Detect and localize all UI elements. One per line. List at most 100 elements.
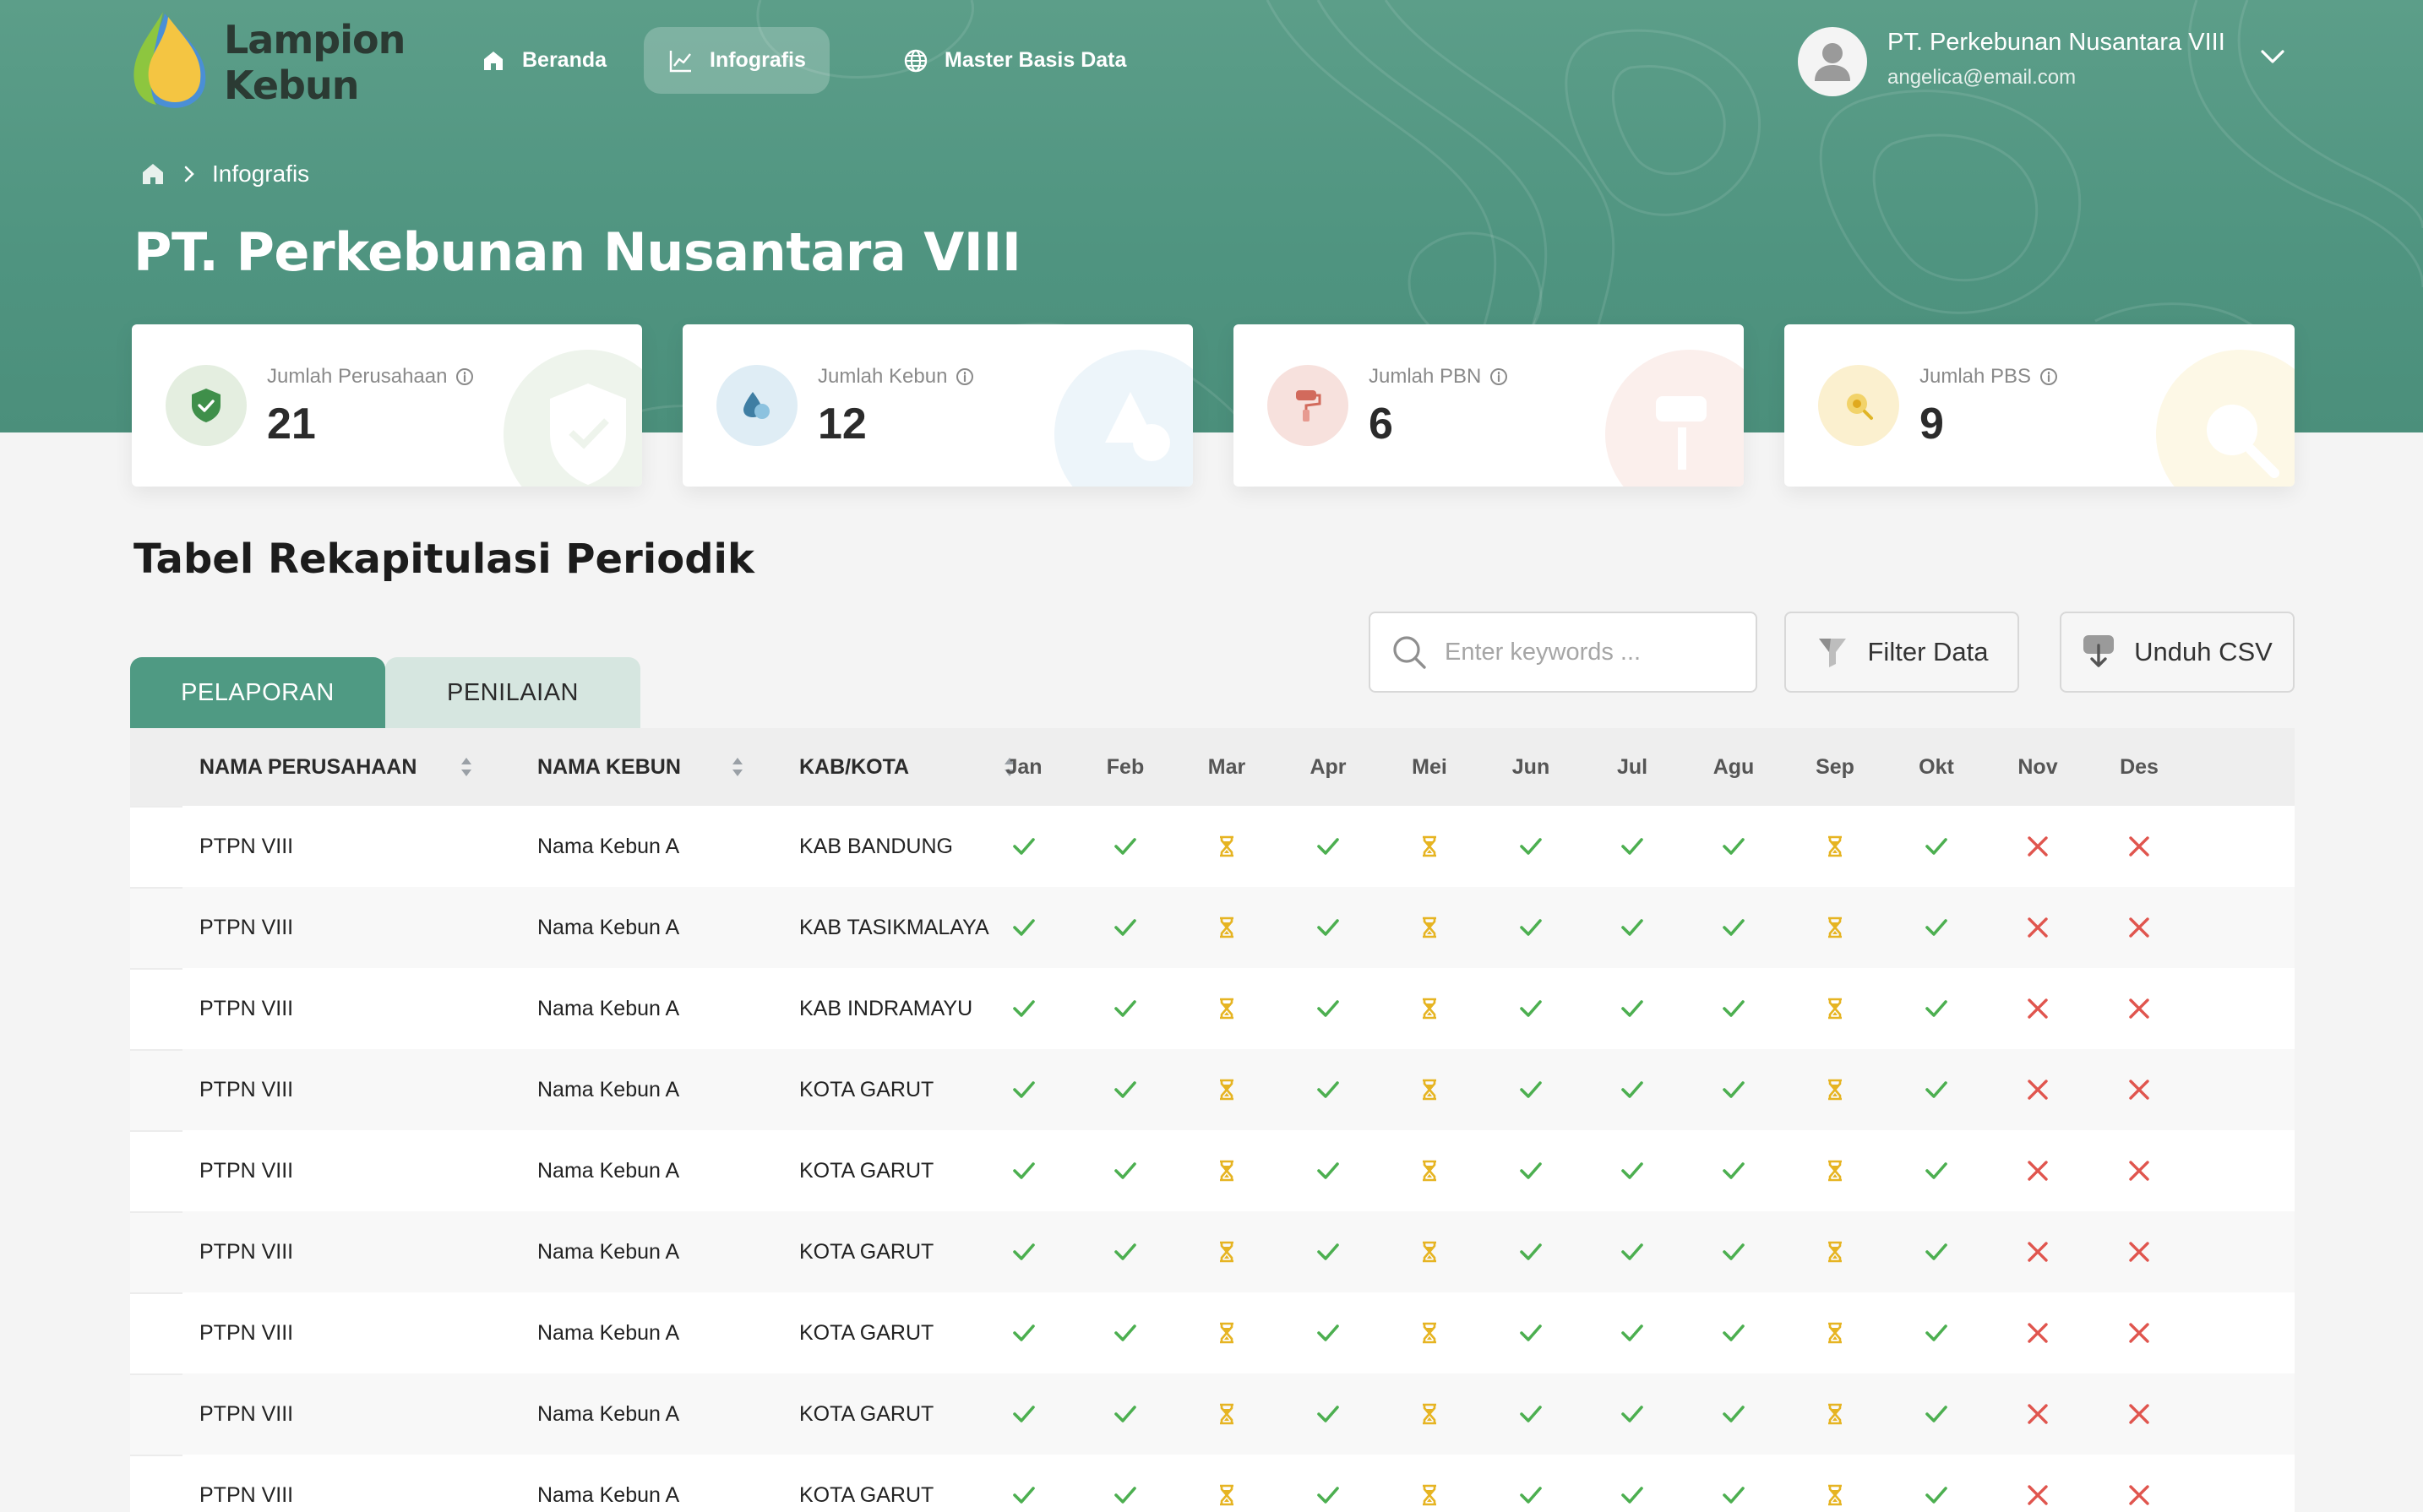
cell-status-nov	[1987, 1373, 2088, 1455]
check-icon	[1317, 1162, 1339, 1179]
stat-card-perusahaan: Jumlah Perusahaan 21	[132, 324, 642, 487]
cell-status-jul	[1582, 1292, 1683, 1373]
info-icon[interactable]	[1489, 367, 1508, 386]
table-body: PTPN VIII Nama Kebun A KAB BANDUNG PTPN VII…	[130, 806, 2295, 1512]
nav-beranda[interactable]: Beranda	[456, 27, 630, 94]
stat-value: 21	[267, 400, 316, 449]
cell-status-mei	[1379, 1455, 1480, 1512]
check-icon	[1114, 1162, 1136, 1179]
table-row[interactable]: PTPN VIII Nama Kebun A KAB INDRAMAYU	[130, 968, 2295, 1049]
hourglass-icon	[1423, 1079, 1436, 1101]
cell-city: KAB BANDUNG	[799, 834, 953, 858]
sort-icon[interactable]	[460, 756, 472, 778]
check-icon	[1520, 1324, 1542, 1341]
cross-icon	[2028, 1323, 2048, 1343]
info-icon[interactable]	[455, 367, 474, 386]
nav-infografis[interactable]: Infografis	[644, 27, 830, 94]
row-divider	[130, 1211, 182, 1213]
col-header-garden[interactable]: NAMA KEBUN	[537, 728, 743, 806]
table-row[interactable]: PTPN VIII Nama Kebun A KAB BANDUNG	[130, 806, 2295, 887]
table-row[interactable]: PTPN VIII Nama Kebun A KOTA GARUT	[130, 1455, 2295, 1512]
cross-icon	[2129, 1323, 2149, 1343]
card-watermark	[1605, 350, 1744, 487]
cross-icon	[2028, 917, 2048, 938]
cell-company: PTPN VIII	[199, 996, 294, 1020]
search-coin-icon	[1847, 394, 1873, 420]
cell-city: KOTA GARUT	[799, 1158, 934, 1183]
cell-status-nov	[1987, 1211, 2088, 1292]
cell-status-jun	[1480, 968, 1582, 1049]
cell-status-nov	[1987, 1455, 2088, 1512]
check-icon	[1723, 1081, 1745, 1098]
app-logo[interactable]: Lampion Kebun	[131, 10, 410, 111]
nav-infografis-label: Infografis	[710, 48, 806, 72]
cell-status-jun	[1480, 1049, 1582, 1130]
cell-status-okt	[1886, 887, 1987, 968]
cell-status-jul	[1582, 806, 1683, 887]
recap-table: NAMA PERUSAHAAN NAMA KEBUN KAB/KOTA Jan F…	[130, 728, 2295, 1512]
check-icon	[1520, 1081, 1542, 1098]
download-csv-label: Unduh CSV	[2134, 637, 2273, 666]
table-row[interactable]: PTPN VIII Nama Kebun A KOTA GARUT	[130, 1211, 2295, 1292]
cell-status-mar	[1176, 806, 1277, 887]
cell-status-mei	[1379, 1130, 1480, 1211]
cell-status-jul	[1582, 968, 1683, 1049]
home-icon[interactable]	[139, 160, 166, 188]
sort-icon[interactable]	[732, 756, 743, 778]
nav-master-basis-data[interactable]: Master Basis Data	[879, 27, 1150, 94]
cell-status-nov	[1987, 1292, 2088, 1373]
cell-garden: Nama Kebun A	[537, 915, 680, 939]
cell-status-jan	[973, 1455, 1075, 1512]
table-row[interactable]: PTPN VIII Nama Kebun A KOTA GARUT	[130, 1049, 2295, 1130]
col-header-month: Sep	[1816, 754, 1854, 779]
hourglass-icon	[1828, 1322, 1842, 1344]
check-icon	[1520, 838, 1542, 855]
table-row[interactable]: PTPN VIII Nama Kebun A KOTA GARUT	[130, 1373, 2295, 1455]
check-icon	[1013, 1487, 1035, 1504]
cell-garden: Nama Kebun A	[537, 1482, 680, 1507]
info-icon[interactable]	[956, 367, 974, 386]
check-icon	[1925, 838, 1947, 855]
tab-pelaporan[interactable]: PELAPORAN	[130, 657, 385, 728]
col-header-month: Des	[2120, 754, 2159, 779]
table-row[interactable]: PTPN VIII Nama Kebun A KOTA GARUT	[130, 1130, 2295, 1211]
col-header-company[interactable]: NAMA PERUSAHAAN	[199, 728, 472, 806]
search-input[interactable]	[1445, 638, 1749, 666]
filter-data-label: Filter Data	[1867, 637, 1989, 666]
user-menu[interactable]: PT. Perkebunan Nusantara VIII angelica@e…	[1798, 25, 2254, 96]
cell-status-des	[2088, 1455, 2190, 1512]
table-row[interactable]: PTPN VIII Nama Kebun A KOTA GARUT	[130, 1292, 2295, 1373]
check-icon	[1925, 1000, 1947, 1017]
download-csv-button[interactable]: Unduh CSV	[2060, 612, 2295, 693]
check-icon	[1520, 1162, 1542, 1179]
cell-city: KOTA GARUT	[799, 1239, 934, 1264]
search-box[interactable]	[1369, 612, 1757, 693]
cell-status-jul	[1582, 887, 1683, 968]
tab-penilaian[interactable]: PENILAIAN	[385, 657, 640, 728]
cross-icon	[2129, 836, 2149, 857]
chevron-down-icon[interactable]	[2259, 47, 2286, 66]
row-divider	[130, 1049, 182, 1051]
table-row[interactable]: PTPN VIII Nama Kebun A KAB TASIKMALAYA	[130, 887, 2295, 968]
check-icon	[1317, 1324, 1339, 1341]
cross-icon	[2028, 1485, 2048, 1505]
info-icon[interactable]	[2039, 367, 2058, 386]
check-icon	[1925, 1243, 1947, 1260]
cell-status-mar	[1176, 1373, 1277, 1455]
stat-label-text: Jumlah Perusahaan	[267, 365, 448, 388]
hourglass-icon	[1423, 835, 1436, 857]
check-icon	[1013, 1406, 1035, 1422]
hourglass-icon	[1423, 1322, 1436, 1344]
cell-status-mar	[1176, 1455, 1277, 1512]
stat-icon-wrap	[716, 365, 798, 446]
cell-status-feb	[1075, 887, 1176, 968]
cell-status-agu	[1683, 806, 1784, 887]
cell-status-jan	[973, 1211, 1075, 1292]
check-icon	[1114, 838, 1136, 855]
filter-data-button[interactable]: Filter Data	[1784, 612, 2019, 693]
search-coin-icon	[2207, 405, 2279, 478]
hourglass-icon	[1423, 1241, 1436, 1263]
cross-icon	[2028, 836, 2048, 857]
check-icon	[1621, 1406, 1643, 1422]
hourglass-icon	[1828, 1484, 1842, 1506]
